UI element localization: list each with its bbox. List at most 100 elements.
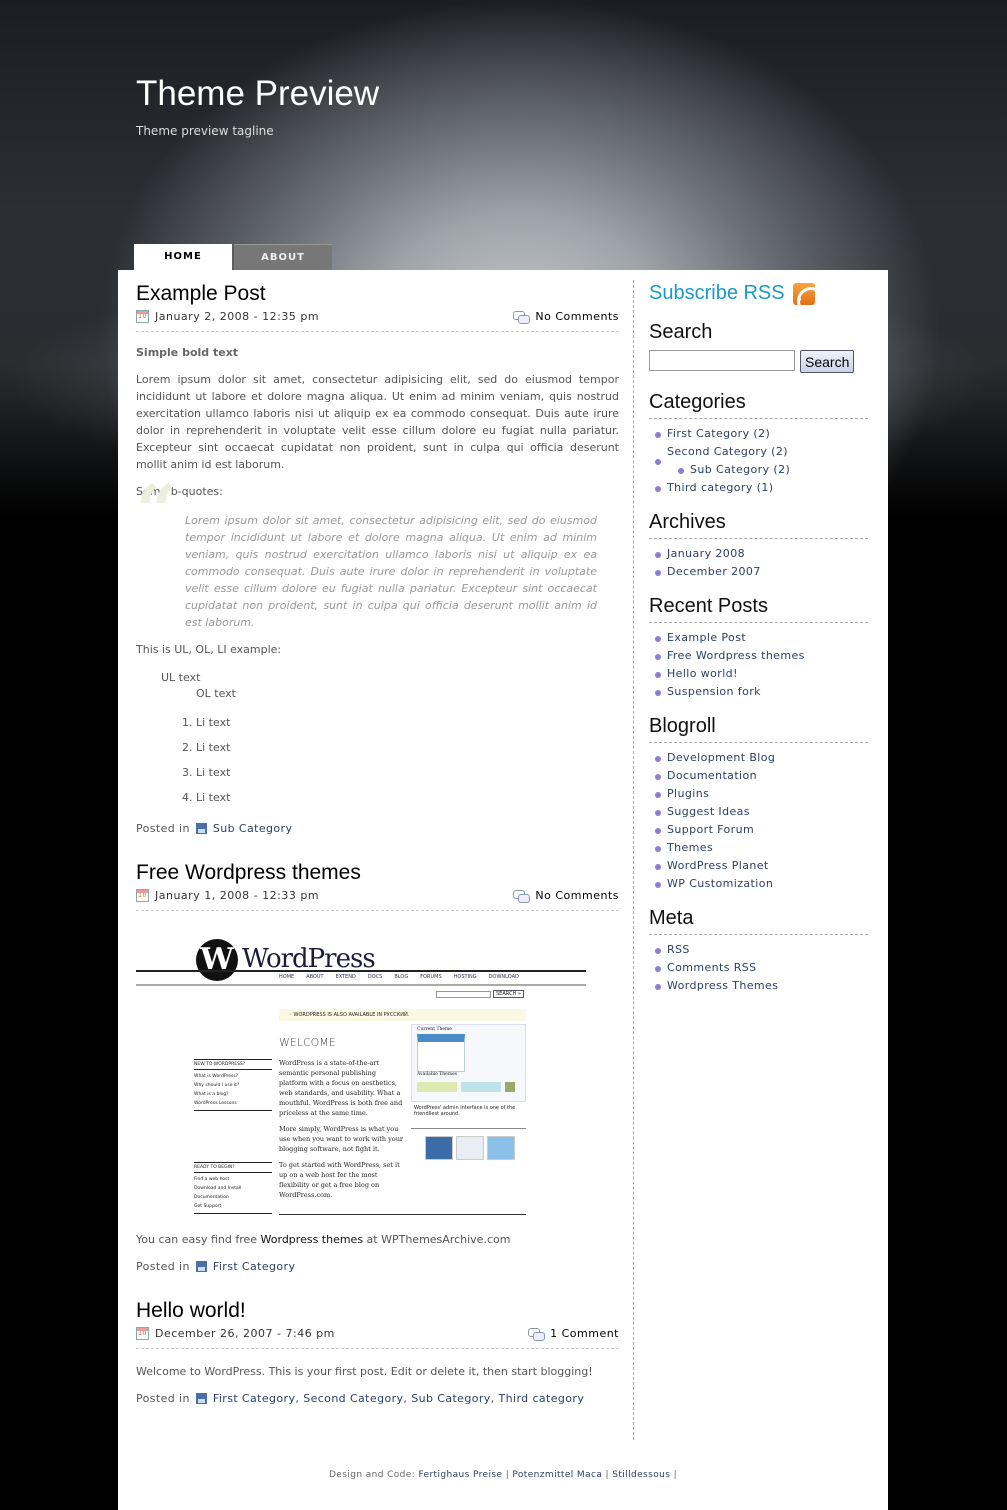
category-link[interactable]: First Category (2) [667, 427, 770, 440]
category-link[interactable]: First Category [213, 1260, 296, 1273]
category-link[interactable]: Sub Category (2) [690, 463, 790, 476]
paragraph: Lorem ipsum dolor sit amet, consectetur … [136, 373, 619, 471]
posted-in-label: Posted in [136, 822, 190, 835]
quote-icon: “ [136, 469, 177, 552]
search-input[interactable] [649, 350, 795, 371]
list-item: Example Post [655, 629, 868, 647]
list-item: Themes [655, 839, 868, 857]
sidebar-link[interactable]: Suspension fork [667, 685, 761, 698]
comments-link[interactable]: No Comments [535, 310, 619, 323]
image-box-link: Find a web host [194, 1177, 230, 1182]
footer-separator: | [505, 1470, 510, 1480]
site-title[interactable]: Theme Preview [136, 74, 379, 114]
post-categories: Posted in First Category [136, 1260, 619, 1273]
list-item: Wordpress Themes [655, 977, 868, 995]
post-title[interactable]: Hello world! [136, 1299, 619, 1323]
archives-list: January 2008 December 2007 [649, 545, 868, 581]
footer-separator: | [605, 1470, 609, 1480]
search-button[interactable]: Search [800, 350, 855, 373]
unordered-list: UL text OL text [161, 670, 619, 702]
recent-posts-list: Example Post Free Wordpress themes Hello w… [649, 629, 868, 701]
post-title[interactable]: Example Post [136, 282, 619, 306]
category-link[interactable]: Third category (1) [667, 481, 773, 494]
image-nav-item: FORUMS [420, 974, 442, 980]
sidebar-link[interactable]: December 2007 [667, 565, 761, 578]
list-item: Suspension fork [655, 683, 868, 701]
sidebar-link[interactable]: Example Post [667, 631, 746, 644]
list-item: Li text [196, 785, 619, 810]
list-item: WP Customization [655, 875, 868, 893]
sidebar-link[interactable]: Themes [667, 841, 713, 854]
wordpress-themes-link[interactable]: Wordpress themes [261, 1233, 364, 1246]
comments-link[interactable]: No Comments [535, 889, 619, 902]
category-link[interactable]: Second Category [303, 1392, 403, 1405]
categories-list: First Category (2) Second Category (2) S… [649, 425, 868, 497]
image-box-link: Download and Install [194, 1186, 242, 1191]
sidebar-link[interactable]: Free Wordpress themes [667, 649, 805, 662]
post-categories: Posted in First Category, Second Categor… [136, 1392, 585, 1405]
list-item: RSS [655, 941, 868, 959]
image-welcome: WELCOME [279, 1036, 336, 1049]
post-date: January 2, 2008 - 12:35 pm [155, 310, 320, 323]
sidebar-link[interactable]: RSS [667, 943, 690, 956]
category-link[interactable]: First Category [213, 1392, 296, 1405]
list-item: Documentation [655, 767, 868, 785]
blockquote: “Lorem ipsum dolor sit amet, consectetur… [136, 476, 597, 631]
folder-icon [195, 1261, 207, 1272]
comments-link[interactable]: 1 Comment [550, 1327, 619, 1340]
sidebar-link[interactable]: Wordpress Themes [667, 979, 778, 992]
rss-label[interactable]: Subscribe RSS [649, 282, 785, 305]
widget-title: Recent Posts [649, 595, 868, 623]
image-nav-item: EXTEND [335, 974, 356, 980]
image-search-button: SEARCH » [493, 990, 524, 998]
footer-link[interactable]: Fertighaus Preise [418, 1470, 502, 1480]
calendar-icon: 10 [136, 1327, 149, 1340]
image-nav-item: HOSTING [453, 974, 477, 980]
main-content: Example Post 10 January 2, 2008 - 12:35 p… [136, 282, 619, 1431]
post-date: December 26, 2007 - 7:46 pm [155, 1327, 335, 1340]
sidebar-link[interactable]: January 2008 [667, 547, 745, 560]
posted-in-label: Posted in [136, 1260, 190, 1273]
list-item: UL text [161, 671, 201, 684]
category-link[interactable]: Second Category (2) [667, 445, 788, 458]
column-divider [633, 280, 634, 1440]
list-item: Comments RSS [655, 959, 868, 977]
post-title[interactable]: Free Wordpress themes [136, 861, 619, 885]
image-box-link: What is a blog? [194, 1092, 229, 1097]
tab-home[interactable]: HOME [134, 244, 232, 270]
category-link[interactable]: Sub Category [213, 822, 292, 835]
footer-prefix: Design and Code: [328, 1470, 416, 1480]
image-new-box: NEW TO WORDPRESS? What is WordPress? Why … [194, 1059, 272, 1111]
sidebar-link[interactable]: Development Blog [667, 751, 775, 764]
image-nav: HOME ABOUT EXTEND DOCS BLOG FORUMS HOSTING DOWN… [279, 974, 519, 980]
calendar-icon: 10 [136, 310, 149, 323]
sidebar-link[interactable]: Documentation [667, 769, 757, 782]
image-box-link: WordPress Lessons [194, 1101, 237, 1106]
sidebar-link[interactable]: Suggest Ideas [667, 805, 750, 818]
bold-text: Simple bold text [136, 346, 239, 359]
widget-title: Blogroll [649, 715, 868, 743]
post: Example Post 10 January 2, 2008 - 12:35 p… [136, 282, 619, 835]
list-item: December 2007 [655, 563, 868, 581]
sidebar-link[interactable]: Hello world! [667, 667, 738, 680]
post-categories: Posted in Sub Category [136, 822, 619, 835]
post-date: January 1, 2008 - 12:33 pm [155, 889, 320, 902]
footer-link[interactable]: Potenzmittel Maca [512, 1470, 602, 1480]
category-link[interactable]: Third category [499, 1392, 585, 1405]
image-box-link: Get Support [194, 1204, 222, 1209]
sidebar-link[interactable]: Support Forum [667, 823, 754, 836]
subscribe-rss-link[interactable]: Subscribe RSS [649, 282, 868, 305]
list-item: January 2008 [655, 545, 868, 563]
sidebar-link[interactable]: Comments RSS [667, 961, 757, 974]
list-item: WordPress Planet [655, 857, 868, 875]
sidebar-link[interactable]: Plugins [667, 787, 709, 800]
widget-title: Categories [649, 391, 868, 419]
sidebar-link[interactable]: WordPress Planet [667, 859, 769, 872]
tab-about[interactable]: ABOUT [234, 244, 332, 270]
image-text: WordPress is a state-of-the-art semantic… [279, 1058, 404, 1200]
sidebar-link[interactable]: WP Customization [667, 877, 773, 890]
paragraph: Some b-quotes: [136, 485, 223, 498]
footer-link[interactable]: Stilldessous [612, 1470, 670, 1480]
category-link[interactable]: Sub Category [411, 1392, 490, 1405]
rss-icon[interactable] [792, 282, 815, 305]
